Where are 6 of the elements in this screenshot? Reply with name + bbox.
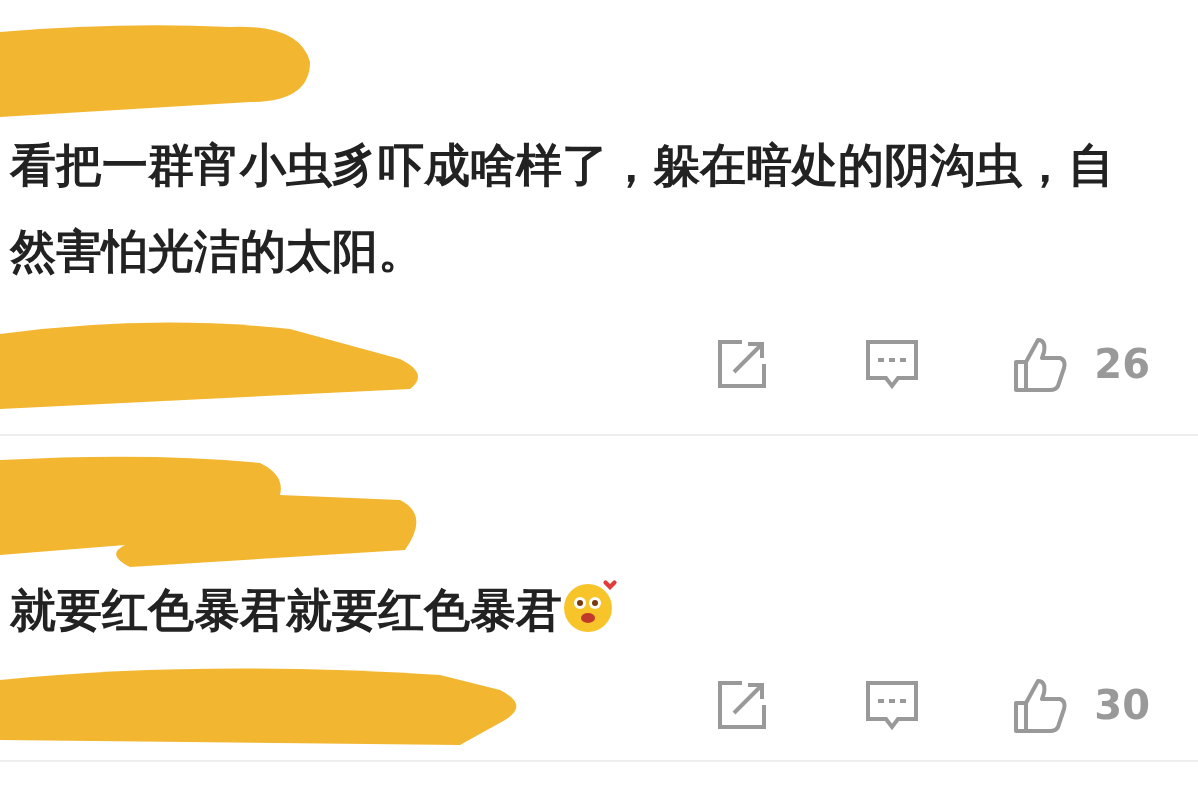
comment-text: 就要红色暴君就要红色暴君 bbox=[0, 570, 1198, 650]
thumbs-up-icon[interactable] bbox=[1012, 677, 1069, 733]
like-count: 30 bbox=[1094, 682, 1150, 728]
thumbs-up-icon[interactable] bbox=[1012, 336, 1069, 392]
like-count: 26 bbox=[1094, 341, 1150, 387]
comment-text: 看把一群宵小虫豸吓成啥样了，躲在暗处的阴沟虫，自然害怕光洁的太阳。 bbox=[8, 137, 1115, 280]
